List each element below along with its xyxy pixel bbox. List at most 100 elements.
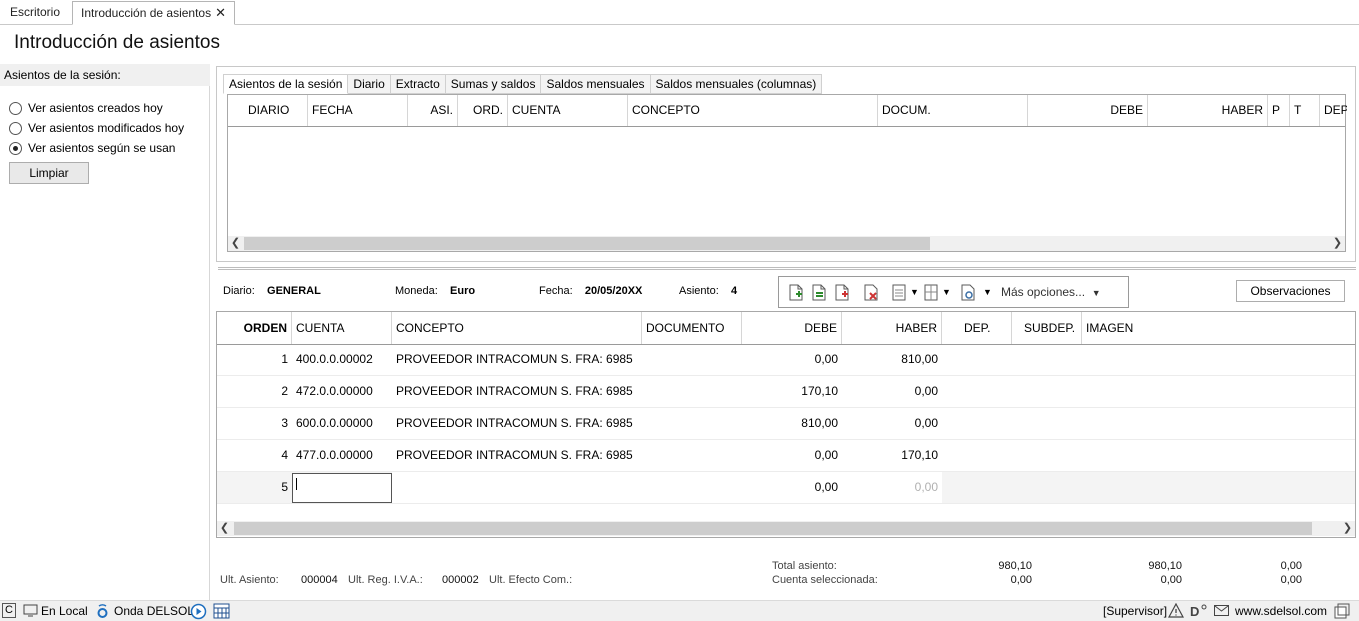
col-haber[interactable]: HABER <box>1148 95 1268 126</box>
clear-button[interactable]: Limpiar <box>9 162 89 184</box>
cell-cuenta[interactable]: 400.0.0.00002 <box>292 344 392 375</box>
check-list-icon[interactable] <box>892 284 906 301</box>
tab-diario[interactable]: Diario <box>348 74 391 94</box>
cell-haber[interactable]: 170,10 <box>842 440 942 471</box>
col-dep[interactable]: DEP. <box>1320 95 1347 126</box>
cell-debe[interactable]: 0,00 <box>742 344 842 375</box>
cell-documento[interactable] <box>642 344 742 375</box>
col-ord[interactable]: ORD. <box>458 95 508 126</box>
dropdown-arrow-icon[interactable]: ▼ <box>983 285 992 299</box>
insert-line-icon[interactable] <box>812 284 826 301</box>
cell-cuenta[interactable]: 600.0.0.00000 <box>292 408 392 439</box>
tab-asientos-sesion[interactable]: Asientos de la sesión <box>223 74 349 94</box>
website-link[interactable]: www.sdelsol.com <box>1235 603 1327 620</box>
cell-debe[interactable]: 0,00 <box>742 440 842 471</box>
col-dep[interactable]: DEP. <box>942 312 1012 344</box>
scroll-thumb[interactable] <box>244 237 930 250</box>
radio-icon[interactable] <box>9 121 22 135</box>
cell-concepto[interactable]: PROVEEDOR INTRACOMUN S. FRA: 6985 <box>392 344 642 375</box>
more-options-button[interactable]: Más opciones... ▼ <box>1001 285 1101 300</box>
cell-documento[interactable] <box>642 408 742 439</box>
table-row-new[interactable]: 5 0,00 0,00 <box>217 472 1355 504</box>
cell-documento[interactable] <box>642 376 742 407</box>
dropdown-arrow-icon[interactable]: ▼ <box>942 285 951 299</box>
play-icon[interactable] <box>190 603 207 620</box>
col-asi[interactable]: ASI. <box>408 95 458 126</box>
copy-list-icon[interactable] <box>924 284 938 301</box>
col-p[interactable]: P <box>1268 95 1290 126</box>
table-row[interactable]: 4 477.0.0.00000 PROVEEDOR INTRACOMUN S. … <box>217 440 1355 472</box>
onda-delsol-link[interactable]: Onda DELSOL <box>114 603 194 620</box>
cell-concepto[interactable] <box>392 472 642 503</box>
col-diario[interactable]: DIARIO <box>228 95 308 126</box>
asiento-label: Asiento: <box>679 285 719 297</box>
cell-debe[interactable]: 170,10 <box>742 376 842 407</box>
cell-cuenta[interactable]: 477.0.0.00000 <box>292 440 392 471</box>
window-icon[interactable] <box>1334 603 1350 619</box>
account-input[interactable] <box>292 473 392 503</box>
col-imagen[interactable]: IMAGEN <box>1082 312 1355 344</box>
warning-icon[interactable] <box>1168 603 1184 618</box>
add-line-icon[interactable] <box>835 284 849 301</box>
table-row[interactable]: 3 600.0.0.00000 PROVEEDOR INTRACOMUN S. … <box>217 408 1355 440</box>
splitter[interactable] <box>218 267 1356 270</box>
horizontal-scrollbar[interactable]: ❮ ❯ <box>228 236 1345 251</box>
mail-icon[interactable] <box>1214 605 1229 616</box>
col-concepto[interactable]: CONCEPTO <box>628 95 878 126</box>
radio-icon[interactable] <box>9 101 22 115</box>
dropdown-arrow-icon[interactable]: ▼ <box>910 285 919 299</box>
cell-documento[interactable] <box>642 440 742 471</box>
tab-extracto[interactable]: Extracto <box>390 74 446 94</box>
col-debe[interactable]: DEBE <box>1028 95 1148 126</box>
observations-button[interactable]: Observaciones <box>1236 280 1345 302</box>
scroll-right-icon[interactable]: ❯ <box>1330 236 1345 251</box>
scroll-thumb[interactable] <box>234 522 1312 535</box>
cell-haber[interactable]: 0,00 <box>842 472 942 503</box>
col-haber[interactable]: HABER <box>842 312 942 344</box>
cell-debe[interactable]: 0,00 <box>742 472 842 503</box>
col-cuenta[interactable]: CUENTA <box>508 95 628 126</box>
local-status[interactable]: En Local <box>41 603 88 620</box>
close-tab-icon[interactable]: ✕ <box>215 5 226 20</box>
col-documento[interactable]: DOCUMENTO <box>642 312 742 344</box>
tab-saldos-mensuales[interactable]: Saldos mensuales <box>541 74 651 94</box>
scroll-right-icon[interactable]: ❯ <box>1340 521 1355 536</box>
cell-cuenta[interactable]: 472.0.0.00000 <box>292 376 392 407</box>
cell-concepto[interactable]: PROVEEDOR INTRACOMUN S. FRA: 6985 <box>392 440 642 471</box>
cell-haber[interactable]: 0,00 <box>842 376 942 407</box>
col-cuenta[interactable]: CUENTA <box>292 312 392 344</box>
option-as-used[interactable]: Ver asientos según se usan <box>9 140 175 156</box>
cell-concepto[interactable]: PROVEEDOR INTRACOMUN S. FRA: 6985 <box>392 376 642 407</box>
col-subdep[interactable]: SUBDEP. <box>1012 312 1082 344</box>
table-row[interactable]: 1 400.0.0.00002 PROVEEDOR INTRACOMUN S. … <box>217 344 1355 376</box>
new-line-icon[interactable] <box>789 284 803 301</box>
cell-documento[interactable] <box>642 472 742 503</box>
cell-concepto[interactable]: PROVEEDOR INTRACOMUN S. FRA: 6985 <box>392 408 642 439</box>
tab-saldos-mensuales-columnas[interactable]: Saldos mensuales (columnas) <box>650 74 823 94</box>
delsol-d-icon[interactable]: D <box>1189 603 1207 618</box>
col-concepto[interactable]: CONCEPTO <box>392 312 642 344</box>
col-orden[interactable]: ORDEN <box>217 312 292 344</box>
document-view-icon[interactable] <box>961 284 975 301</box>
c-indicator[interactable]: C <box>2 603 16 618</box>
cell-haber[interactable]: 0,00 <box>842 408 942 439</box>
option-modified-today[interactable]: Ver asientos modificados hoy <box>9 120 184 136</box>
tab-escritorio[interactable]: Escritorio <box>2 1 68 25</box>
radio-checked-icon[interactable] <box>9 141 22 155</box>
table-row[interactable]: 2 472.0.0.00000 PROVEEDOR INTRACOMUN S. … <box>217 376 1355 408</box>
horizontal-scrollbar[interactable]: ❮ ❯ <box>217 521 1355 536</box>
tab-sumas-saldos[interactable]: Sumas y saldos <box>445 74 542 94</box>
col-debe[interactable]: DEBE <box>742 312 842 344</box>
cell-haber[interactable]: 810,00 <box>842 344 942 375</box>
tab-introduccion-asientos[interactable]: Introducción de asientos ✕ <box>72 1 235 25</box>
option-created-today[interactable]: Ver asientos creados hoy <box>9 100 163 116</box>
asiento-value: 4 <box>730 285 738 297</box>
scroll-left-icon[interactable]: ❮ <box>228 236 243 251</box>
col-fecha[interactable]: FECHA <box>308 95 408 126</box>
cell-debe[interactable]: 810,00 <box>742 408 842 439</box>
col-t[interactable]: T <box>1290 95 1320 126</box>
delete-line-icon[interactable] <box>864 284 878 301</box>
col-docum[interactable]: DOCUM. <box>878 95 1028 126</box>
scroll-left-icon[interactable]: ❮ <box>217 521 232 536</box>
calculator-icon[interactable] <box>213 603 230 619</box>
